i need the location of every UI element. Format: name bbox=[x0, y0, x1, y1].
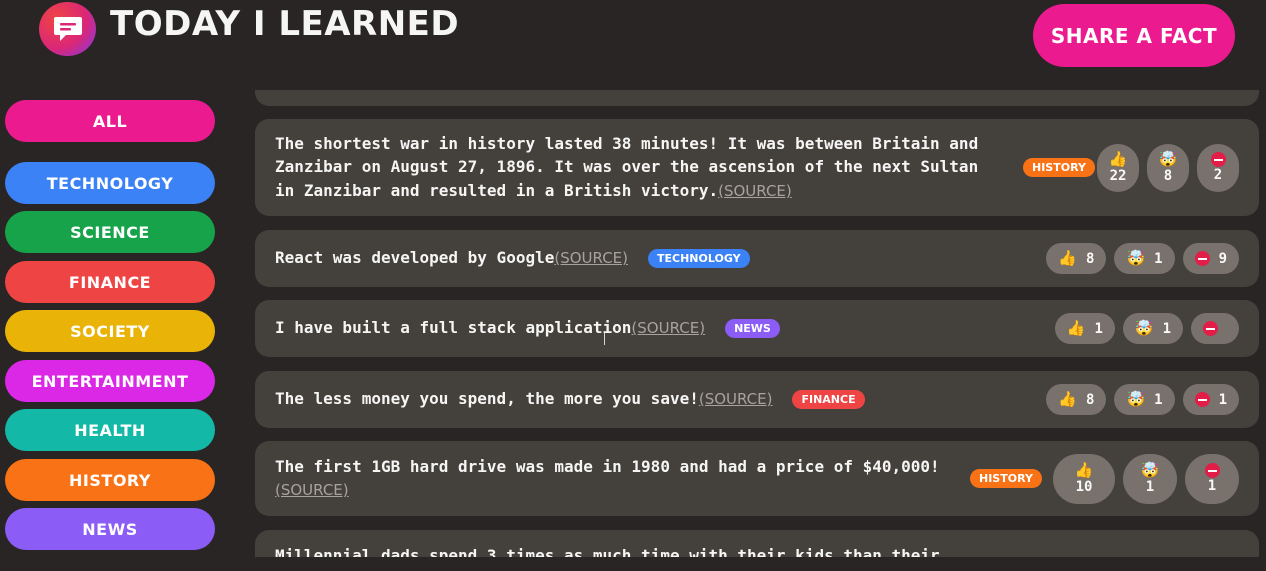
vote-false-button[interactable] bbox=[1191, 313, 1239, 344]
vote-count: 8 bbox=[1086, 391, 1095, 408]
vote-buttons: 👍 1 🤯 1 bbox=[1054, 313, 1239, 344]
fact-text: The first 1GB hard drive was made in 198… bbox=[275, 456, 940, 476]
vote-mindblowing-button[interactable]: 🤯 8 bbox=[1147, 143, 1189, 192]
vote-count: 8 bbox=[1163, 168, 1173, 184]
thumbs-up-icon: 👍 bbox=[1108, 150, 1128, 168]
thumbs-up-icon: 👍 bbox=[1074, 461, 1094, 479]
mind-blown-icon: 🤯 bbox=[1158, 150, 1178, 168]
fact-card: React was developed by Google(SOURCE) Te… bbox=[255, 230, 1259, 287]
text-cursor-icon bbox=[604, 333, 605, 345]
vote-interesting-button[interactable]: 👍 22 bbox=[1097, 143, 1139, 192]
category-tag: History bbox=[1023, 158, 1095, 177]
vote-buttons: 👍 10 🤯 1 1 bbox=[1053, 453, 1239, 504]
category-technology-button[interactable]: Technology bbox=[5, 162, 215, 204]
thumbs-up-icon: 👍 bbox=[1058, 390, 1077, 408]
fact-text: I have built a full stack application bbox=[275, 318, 632, 338]
no-entry-icon bbox=[1204, 463, 1220, 478]
category-tag: Technology bbox=[648, 249, 750, 268]
category-tag: News bbox=[725, 319, 780, 338]
vote-count: 1 bbox=[1154, 250, 1163, 267]
fact-text: The shortest war in history lasted 38 mi… bbox=[275, 133, 979, 200]
mind-blown-icon: 🤯 bbox=[1134, 319, 1154, 337]
source-link[interactable]: (SOURCE) bbox=[699, 390, 773, 408]
no-entry-icon bbox=[1194, 251, 1210, 266]
vote-false-button[interactable]: 9 bbox=[1182, 243, 1239, 274]
vote-count: 2 bbox=[1213, 167, 1223, 183]
vote-buttons: 👍 8 🤯 1 1 bbox=[1046, 384, 1239, 415]
vote-buttons: 👍 22 🤯 8 2 bbox=[1097, 143, 1239, 192]
fact-card: Millennial dads spend 3 times as much ti… bbox=[255, 530, 1259, 557]
category-tag: Finance bbox=[792, 390, 865, 409]
vote-count: 8 bbox=[1086, 250, 1095, 267]
facts-list: The shortest war in history lasted 38 mi… bbox=[255, 90, 1259, 557]
vote-count: 1 bbox=[1218, 391, 1227, 408]
vote-false-button[interactable]: 1 bbox=[1182, 384, 1239, 415]
fact-card: The less money you spend, the more you s… bbox=[255, 371, 1259, 428]
thumbs-up-icon: 👍 bbox=[1066, 319, 1086, 337]
vote-mindblowing-button[interactable]: 🤯 1 bbox=[1114, 384, 1175, 415]
logo-icon bbox=[39, 2, 96, 56]
mind-blown-icon: 🤯 bbox=[1126, 249, 1146, 267]
vote-count: 1 bbox=[1162, 320, 1171, 337]
fact-text-block: The less money you spend, the more you s… bbox=[275, 387, 772, 412]
vote-false-button[interactable]: 1 bbox=[1185, 453, 1239, 504]
source-link[interactable]: (SOURCE) bbox=[631, 319, 705, 337]
vote-false-button[interactable]: 2 bbox=[1197, 143, 1239, 192]
vote-count: 1 bbox=[1207, 478, 1217, 494]
vote-interesting-button[interactable]: 👍 10 bbox=[1053, 453, 1115, 504]
category-society-button[interactable]: Society bbox=[5, 310, 215, 352]
vote-interesting-button[interactable]: 👍 8 bbox=[1046, 243, 1107, 274]
fact-card: The first 1GB hard drive was made in 198… bbox=[255, 441, 1259, 516]
category-health-button[interactable]: Health bbox=[5, 409, 215, 451]
category-entertainment-button[interactable]: Entertainment bbox=[5, 360, 215, 402]
vote-mindblowing-button[interactable]: 🤯 1 bbox=[1114, 243, 1175, 274]
no-entry-icon bbox=[1194, 392, 1210, 407]
vote-interesting-button[interactable]: 👍 1 bbox=[1054, 313, 1115, 344]
vote-count: 10 bbox=[1075, 479, 1093, 495]
category-science-button[interactable]: Science bbox=[5, 211, 215, 253]
fact-card: The shortest war in history lasted 38 mi… bbox=[255, 119, 1259, 216]
fact-text-block: I have built a full stack application(SO… bbox=[275, 316, 705, 341]
category-finance-button[interactable]: Finance bbox=[5, 261, 215, 303]
category-tag: History bbox=[970, 469, 1042, 488]
vote-mindblowing-button[interactable]: 🤯 1 bbox=[1123, 453, 1177, 504]
fact-text-block: The first 1GB hard drive was made in 198… bbox=[275, 455, 950, 503]
source-link[interactable]: (SOURCE) bbox=[554, 249, 628, 267]
category-all-button[interactable]: All bbox=[5, 100, 215, 142]
vote-count: 1 bbox=[1094, 320, 1103, 337]
fact-card: I have built a full stack application(SO… bbox=[255, 300, 1259, 357]
app-title: Today I Learned bbox=[110, 4, 460, 44]
speech-bubble-icon bbox=[53, 17, 82, 41]
mind-blown-icon: 🤯 bbox=[1140, 461, 1160, 479]
vote-interesting-button[interactable]: 👍 8 bbox=[1046, 384, 1107, 415]
fact-text-block: React was developed by Google(SOURCE) bbox=[275, 246, 628, 271]
vote-count: 1 bbox=[1154, 391, 1163, 408]
share-fact-button[interactable]: Share a fact bbox=[1033, 4, 1235, 67]
no-entry-icon bbox=[1210, 152, 1226, 167]
mind-blown-icon: 🤯 bbox=[1126, 390, 1146, 408]
category-history-button[interactable]: History bbox=[5, 459, 215, 501]
category-news-button[interactable]: News bbox=[5, 508, 215, 550]
fact-text-block: The shortest war in history lasted 38 mi… bbox=[275, 132, 1003, 204]
vote-count: 9 bbox=[1218, 250, 1227, 267]
fact-card-partial bbox=[255, 90, 1259, 106]
vote-count: 22 bbox=[1109, 168, 1127, 184]
source-link[interactable]: (SOURCE) bbox=[275, 481, 349, 499]
thumbs-up-icon: 👍 bbox=[1058, 249, 1077, 267]
fact-text: React was developed by Google bbox=[275, 248, 555, 268]
no-entry-icon bbox=[1203, 321, 1218, 336]
vote-count: 1 bbox=[1145, 479, 1155, 495]
source-link[interactable]: (SOURCE) bbox=[718, 182, 792, 200]
fact-text: Millennial dads spend 3 times as much ti… bbox=[275, 546, 940, 557]
vote-buttons: 👍 8 🤯 1 9 bbox=[1046, 243, 1239, 274]
fact-text: The less money you spend, the more you s… bbox=[275, 389, 699, 409]
vote-mindblowing-button[interactable]: 🤯 1 bbox=[1122, 313, 1183, 344]
